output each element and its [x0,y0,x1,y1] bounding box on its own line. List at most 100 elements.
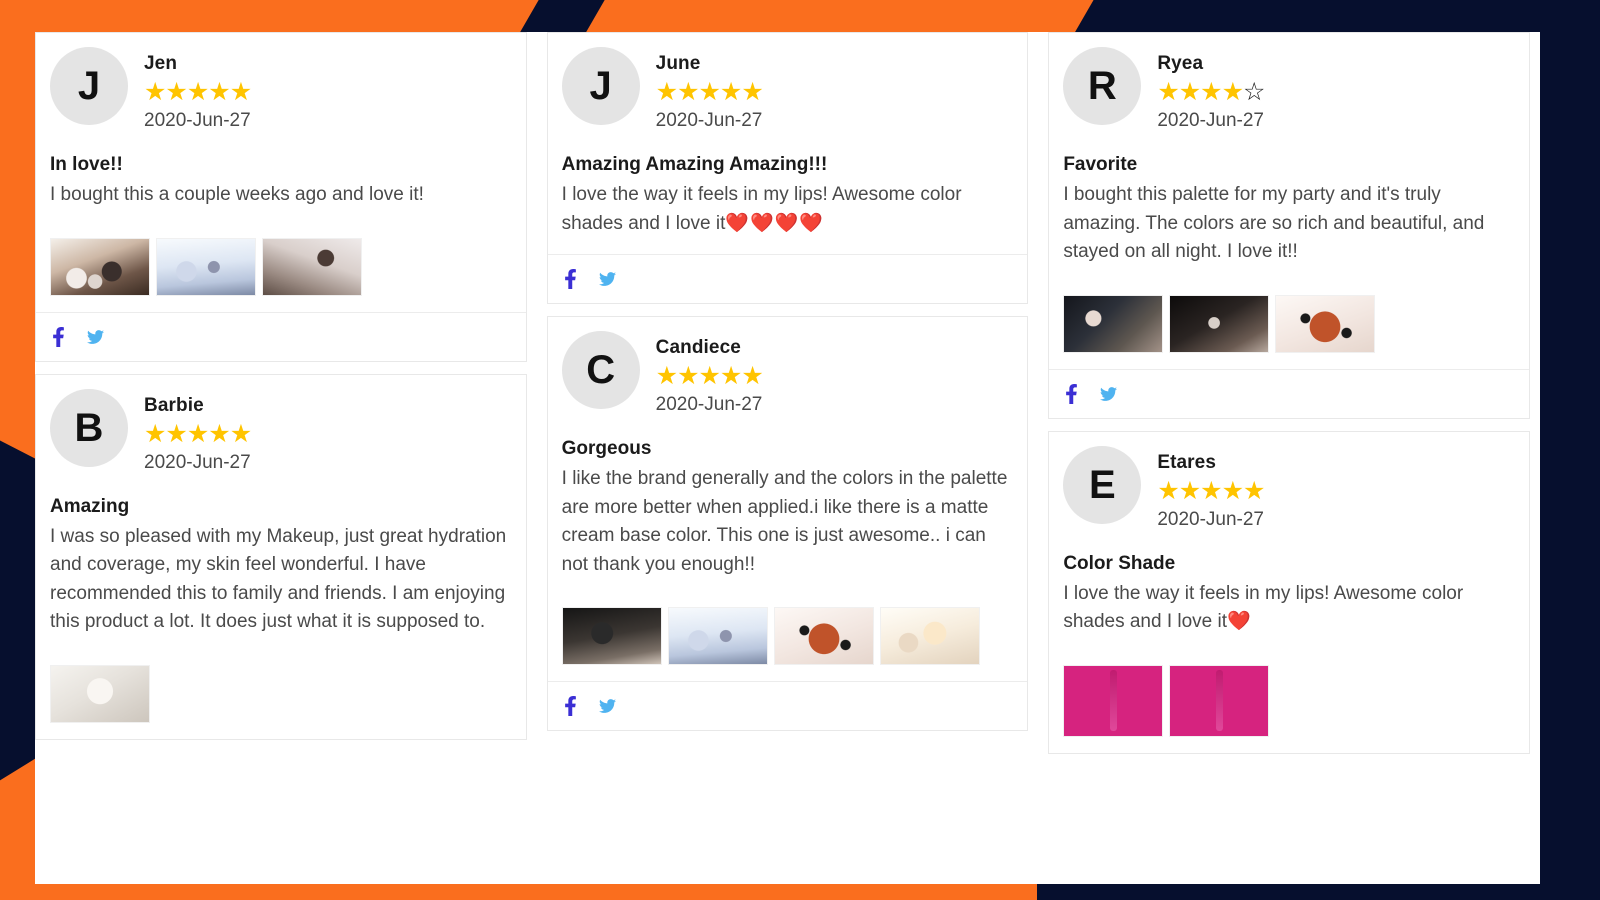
star-filled-icon: ★ [144,419,166,448]
review-thumbnail[interactable] [1169,294,1270,353]
review-thumbnail[interactable] [50,237,150,296]
reviews-page: J Jen ★★★★★ 2020-Jun-27 In love!! I bought th… [35,32,1540,884]
facebook-glyph [53,326,64,347]
review-header: J Jen ★★★★★ 2020-Jun-27 [50,47,512,132]
twitter-glyph [87,329,104,344]
review-body: E Etares ★★★★★ 2020-Jun-27 Color Shade I love… [1049,432,1529,753]
review-body: C Candiece ★★★★★ 2020-Jun-27 Gorgeous I like … [548,317,1028,681]
review-thumbnail[interactable] [1063,664,1164,737]
star-filled-icon: ★ [229,78,252,106]
facebook-glyph [564,269,576,289]
review-date: 2020-Jun-27 [144,451,251,473]
reviewer-identity: Jen ★★★★★ 2020-Jun-27 [144,47,252,132]
reviews-column-inner: J June ★★★★★ 2020-Jun-27 Amazing Amazing Ama… [537,32,1039,731]
twitter-share-icon[interactable] [1100,384,1118,404]
review-text: I love the way it feels in my lips! Awes… [561,184,962,234]
twitter-share-icon[interactable] [598,696,616,716]
heart-icon: ❤️ [1227,611,1252,632]
reviewer-identity: Etares ★★★★★ 2020-Jun-27 [1157,446,1265,531]
star-filled-icon: ★ [165,78,187,106]
facebook-glyph [1066,383,1078,404]
star-filled-icon: ★ [1200,476,1222,505]
star-filled-icon: ★ [229,419,252,448]
review-date: 2020-Jun-27 [1157,508,1265,530]
review-card: B Barbie ★★★★★ 2020-Jun-27 Amazing I was so p… [35,373,527,740]
review-date: 2020-Jun-27 [655,110,763,131]
star-filled-icon: ★ [208,419,230,448]
review-title: Amazing Amazing Amazing!!! [561,154,828,175]
avatar: E [1063,445,1142,524]
reviewer-identity: Candiece ★★★★★ 2020-Jun-27 [655,331,764,416]
review-body: J Jen ★★★★★ 2020-Jun-27 In love!! I bought th… [36,33,526,312]
review-body: R Ryea ★★★★☆ 2020-Jun-27 Favorite I bought th… [1049,33,1529,369]
star-filled-icon: ★ [1178,476,1201,505]
review-header: E Etares ★★★★★ 2020-Jun-27 [1063,445,1515,531]
star-filled-icon: ★ [741,78,763,106]
star-filled-icon: ★ [719,362,742,390]
review-header: C Candiece ★★★★★ 2020-Jun-27 [561,331,1014,416]
review-title: Amazing [50,495,130,517]
review-date: 2020-Jun-27 [1157,110,1265,131]
review-thumbnails [50,664,512,723]
reviews-column-2: J June ★★★★★ 2020-Jun-27 Amazing Amazing Ama… [537,32,1039,884]
review-date: 2020-Jun-27 [655,394,763,415]
review-card: C Candiece ★★★★★ 2020-Jun-27 Gorgeous I like … [546,316,1029,731]
facebook-share-icon[interactable] [50,326,67,347]
reviews-column-inner: R Ryea ★★★★☆ 2020-Jun-27 Favorite I bought th… [1038,32,1540,754]
review-thumbnails [561,607,1014,665]
review-header: J June ★★★★★ 2020-Jun-27 [561,47,1014,132]
review-thumbnail[interactable] [50,664,150,723]
review-thumbnail[interactable] [561,607,662,665]
review-body: J June ★★★★★ 2020-Jun-27 Amazing Amazing Ama… [548,33,1028,254]
review-card: R Ryea ★★★★☆ 2020-Jun-27 Favorite I bought th… [1048,32,1530,419]
review-text: I bought this a couple weeks ago and lov… [50,184,424,205]
star-filled-icon: ★ [165,419,187,448]
facebook-share-icon[interactable] [562,696,579,716]
reviews-column-1: J Jen ★★★★★ 2020-Jun-27 In love!! I bought th… [35,32,537,884]
review-thumbnail[interactable] [262,237,362,296]
review-title: Color Shade [1063,552,1176,574]
review-text: I like the brand generally and the color… [561,468,1008,575]
star-filled-icon: ★ [677,362,699,390]
review-header: R Ryea ★★★★☆ 2020-Jun-27 [1063,47,1515,132]
avatar: B [50,388,128,467]
review-thumbnail[interactable] [156,237,256,296]
star-filled-icon: ★ [186,419,209,448]
twitter-share-icon[interactable] [87,327,104,347]
review-thumbnail[interactable] [1275,294,1376,353]
review-date: 2020-Jun-27 [144,110,251,131]
star-filled-icon: ★ [144,78,166,106]
twitter-share-icon[interactable] [598,269,616,289]
facebook-share-icon[interactable] [562,269,579,289]
avatar: R [1063,47,1142,125]
star-filled-icon: ★ [208,78,230,106]
avatar: C [561,331,640,409]
star-filled-icon: ★ [719,78,742,106]
twitter-glyph [598,272,616,286]
review-thumbnail[interactable] [879,607,980,665]
facebook-share-icon[interactable] [1063,383,1080,404]
avatar: J [50,47,128,125]
star-filled-icon: ★ [1221,78,1244,106]
reviewer-name: Barbie [144,394,204,416]
rating-stars: ★★★★★ [144,419,252,448]
reviewer-name: Ryea [1157,53,1204,74]
rating-stars: ★★★★★ [1157,476,1265,505]
reviewer-identity: June ★★★★★ 2020-Jun-27 [655,47,764,132]
reviewer-name: Jen [144,53,178,74]
review-title: Gorgeous [561,438,652,459]
star-filled-icon: ★ [1157,476,1179,505]
rating-stars: ★★★★★ [144,78,252,106]
star-filled-icon: ★ [698,362,721,390]
twitter-glyph [1100,386,1118,401]
review-thumbnail[interactable] [773,607,874,665]
review-text: I bought this palette for my party and i… [1063,184,1485,262]
review-thumbnail[interactable] [1063,294,1164,353]
review-thumbnail[interactable] [1169,664,1270,737]
reviewer-identity: Barbie ★★★★★ 2020-Jun-27 [144,389,252,474]
star-filled-icon: ★ [1243,476,1265,505]
reviewer-name: June [655,53,701,74]
review-thumbnail[interactable] [667,607,768,665]
review-card: J June ★★★★★ 2020-Jun-27 Amazing Amazing Ama… [546,32,1029,304]
review-text: I was so pleased with my Makeup, just gr… [50,525,507,633]
